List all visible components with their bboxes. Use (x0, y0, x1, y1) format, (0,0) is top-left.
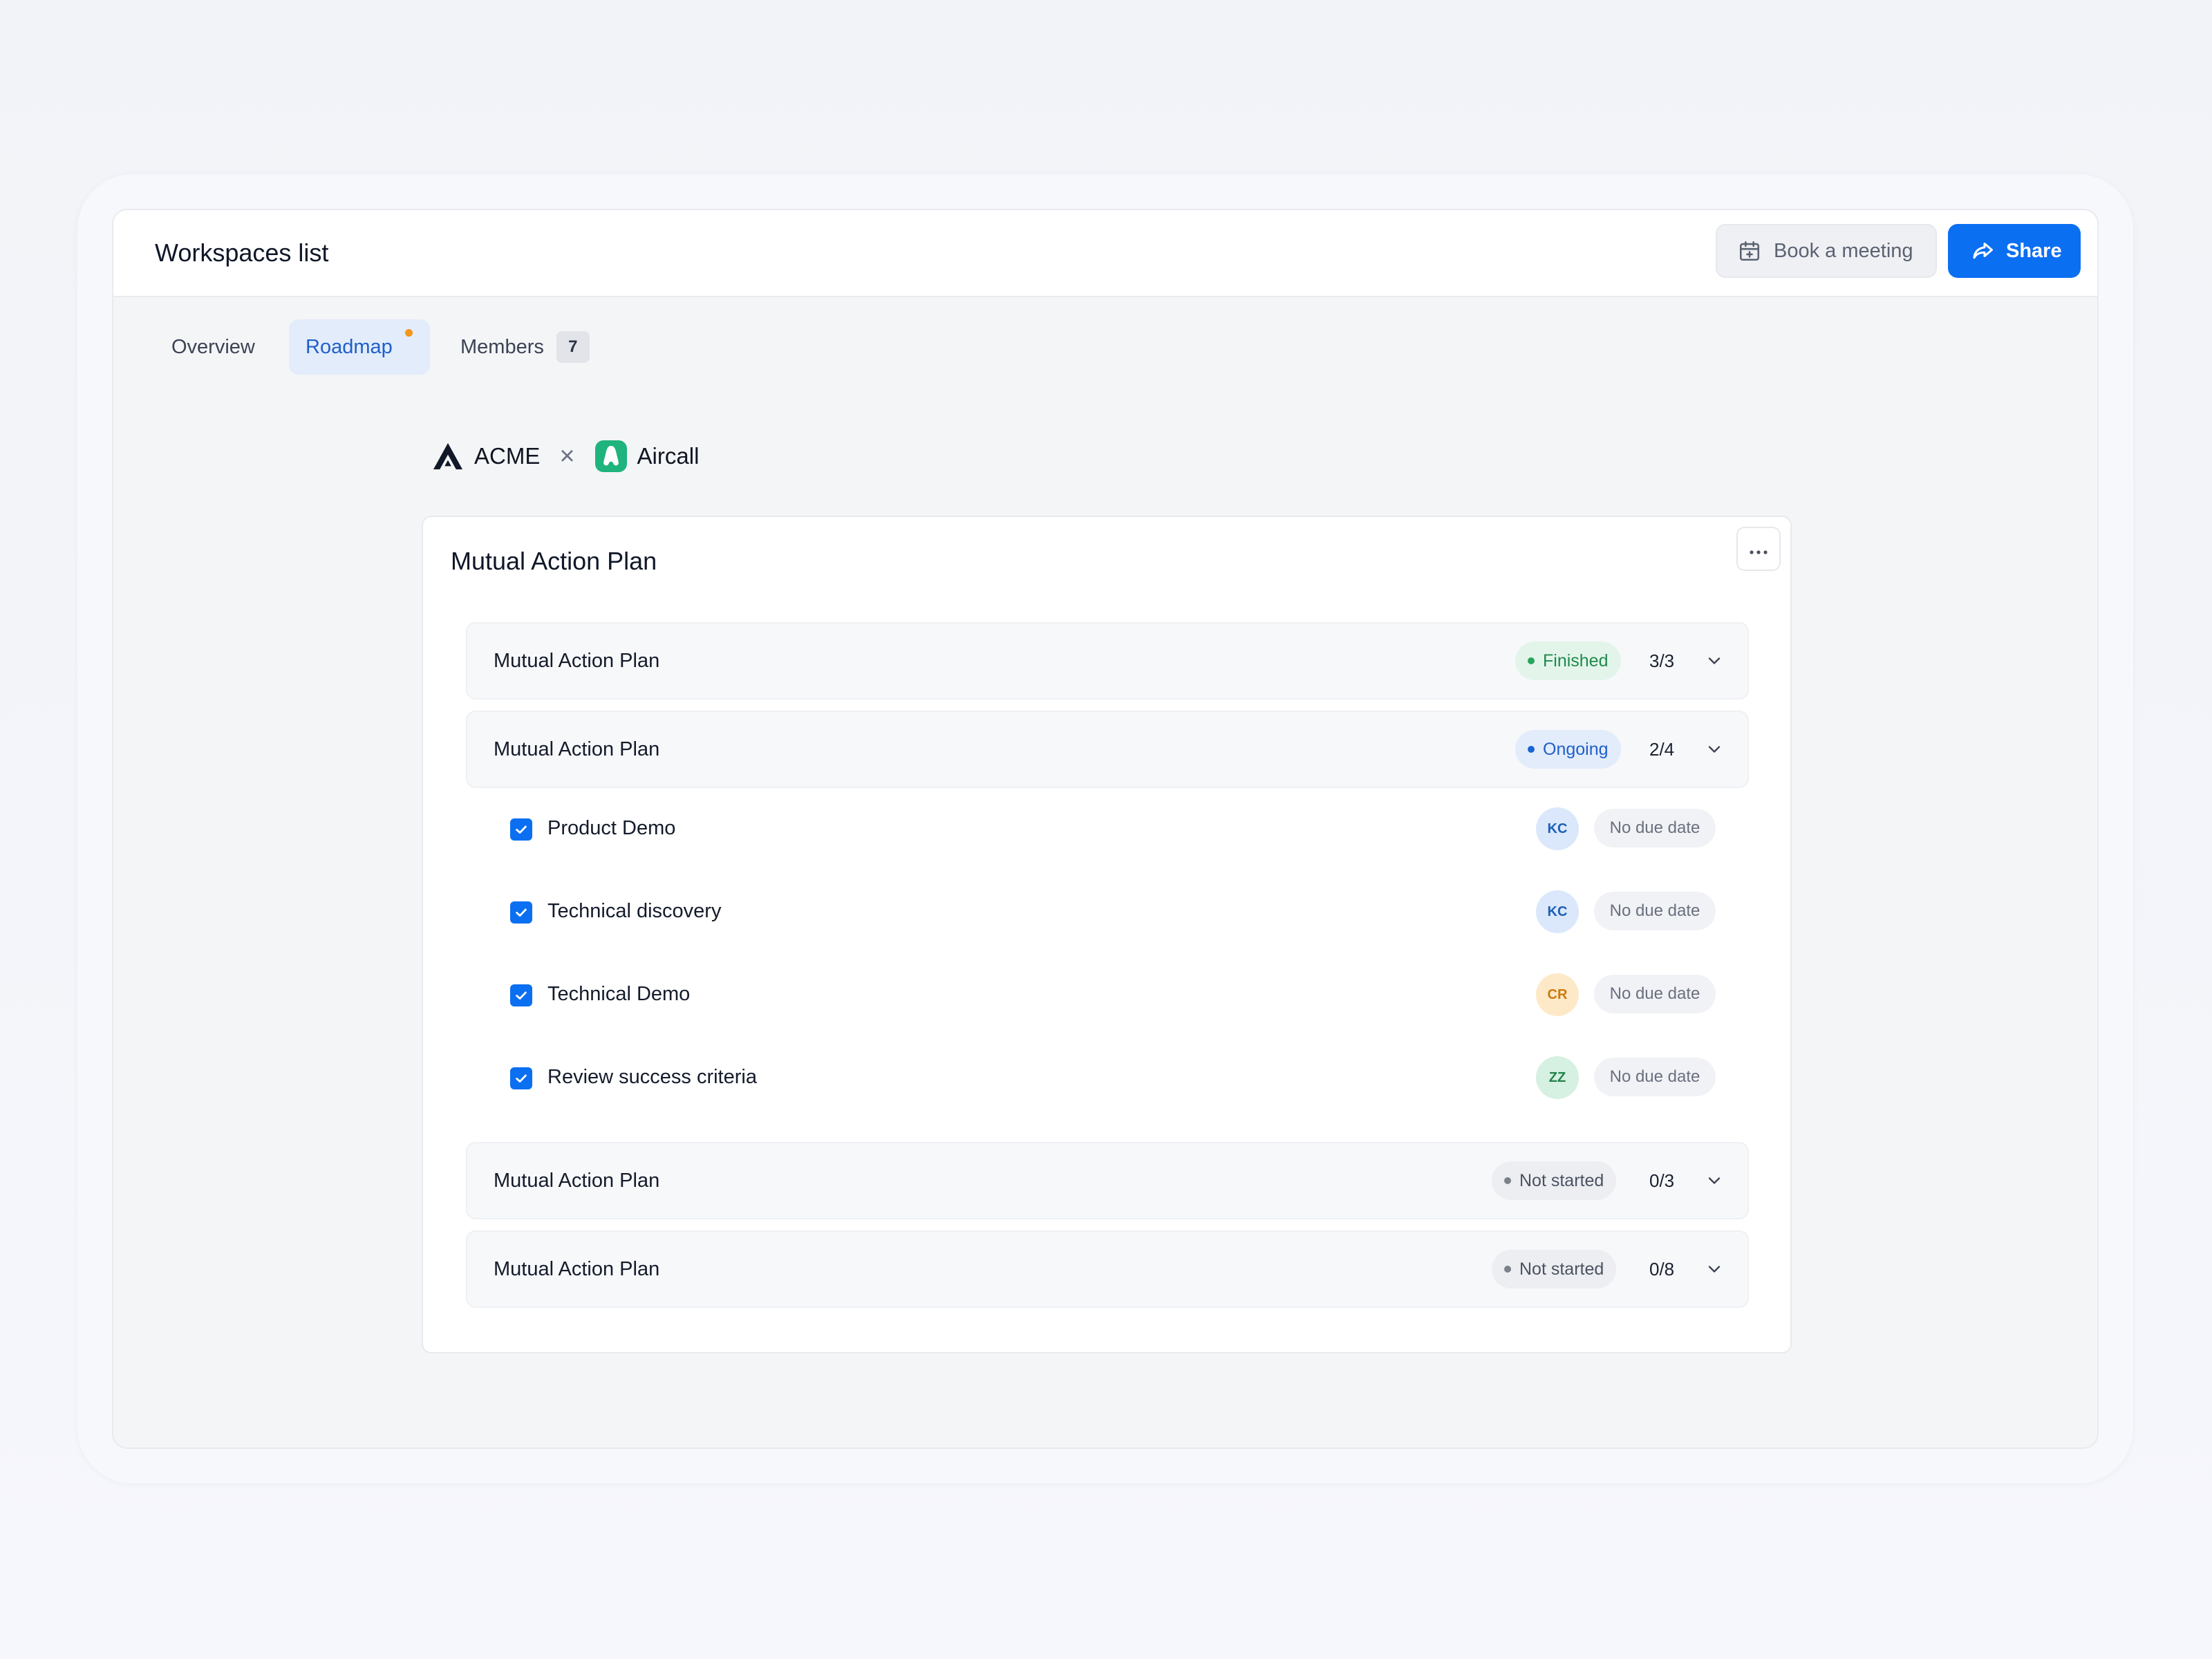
group-progress: 2/4 (1649, 739, 1675, 760)
status-label: Not started (1519, 1259, 1604, 1279)
share-button[interactable]: Share (1948, 224, 2081, 278)
task-name: Technical Demo (547, 983, 691, 1005)
task-checkbox[interactable] (510, 1067, 532, 1089)
chevron-down-icon[interactable] (1705, 651, 1724, 671)
group-name: Mutual Action Plan (494, 1258, 660, 1280)
check-icon (516, 825, 527, 834)
status-label: Finished (1543, 650, 1609, 671)
members-count-badge: 7 (556, 331, 590, 363)
tab-overview-label: Overview (171, 335, 255, 358)
tab-members-label: Members (460, 335, 544, 358)
notification-dot (405, 329, 413, 337)
book-meeting-label: Book a meeting (1774, 239, 1913, 262)
aircall-logo-icon (594, 440, 628, 473)
tab-overview[interactable]: Overview (155, 319, 271, 375)
status-label: Ongoing (1543, 739, 1609, 759)
task-row: Technical discovery KC No due date (466, 877, 1749, 946)
check-icon (516, 1074, 527, 1082)
share-label: Share (2006, 239, 2062, 262)
task-name: Review success criteria (547, 1066, 757, 1088)
group-name: Mutual Action Plan (494, 738, 660, 760)
task-row: Technical Demo CR No due date (466, 959, 1749, 1029)
task-checkbox[interactable] (510, 818, 532, 841)
chevron-down-icon[interactable] (1705, 1259, 1724, 1279)
task-row: Review success criteria ZZ No due date (466, 1042, 1749, 1112)
assignee-avatar[interactable]: KC (1536, 807, 1579, 850)
task-checkbox[interactable] (510, 984, 532, 1006)
more-horizontal-icon (1749, 542, 1768, 556)
plan-group-row[interactable]: Mutual Action Plan Not started 0/3 (466, 1142, 1749, 1219)
plan-group-row[interactable]: Mutual Action Plan Not started 0/8 (466, 1230, 1749, 1308)
check-icon (516, 991, 527, 1000)
status-badge-finished: Finished (1515, 641, 1621, 680)
group-progress: 3/3 (1649, 650, 1675, 671)
assignee-avatar[interactable]: KC (1536, 890, 1579, 933)
due-date-pill[interactable]: No due date (1594, 1058, 1716, 1096)
aircall-brand-name: Aircall (637, 443, 700, 469)
status-dot (1504, 1177, 1511, 1184)
status-label: Not started (1519, 1170, 1604, 1190)
task-name: Product Demo (547, 817, 676, 839)
book-meeting-button[interactable]: Book a meeting (1716, 224, 1937, 278)
acme-logo-icon (431, 440, 465, 473)
assignee-avatar[interactable]: CR (1536, 973, 1579, 1016)
status-badge-not-started: Not started (1492, 1161, 1617, 1200)
plan-group-row[interactable]: Mutual Action Plan Finished 3/3 (466, 622, 1749, 700)
top-bar: Workspaces list Book a meeting Share (113, 210, 2097, 297)
more-options-button[interactable] (1736, 527, 1781, 571)
due-date-pill[interactable]: No due date (1594, 809, 1716, 847)
plan-group-row[interactable]: Mutual Action Plan Ongoing 2/4 (466, 711, 1749, 788)
calendar-plus-icon (1738, 239, 1761, 263)
task-row: Product Demo KC No due date (466, 794, 1749, 863)
check-icon (516, 908, 527, 917)
acme-brand-name: ACME (474, 443, 541, 469)
status-dot (1504, 1266, 1511, 1273)
due-date-pill[interactable]: No due date (1594, 975, 1716, 1013)
assignee-avatar[interactable]: ZZ (1536, 1056, 1579, 1099)
tab-roadmap-label: Roadmap (306, 335, 393, 358)
chevron-down-icon[interactable] (1705, 1171, 1724, 1190)
status-dot (1528, 746, 1535, 753)
status-dot (1528, 657, 1535, 664)
task-name: Technical discovery (547, 900, 722, 922)
app-window: Workspaces list Book a meeting Share Ove… (112, 209, 2099, 1449)
mutual-action-plan-card: Mutual Action Plan Mutual Action Plan Fi… (422, 516, 1792, 1353)
partnership-separator: × (559, 442, 575, 471)
page-title: Workspaces list (155, 238, 329, 267)
group-progress: 0/3 (1649, 1170, 1675, 1191)
tab-roadmap[interactable]: Roadmap (289, 319, 430, 375)
group-name: Mutual Action Plan (494, 650, 660, 672)
share-arrow-icon (1970, 238, 1995, 263)
group-progress: 0/8 (1649, 1259, 1675, 1280)
due-date-pill[interactable]: No due date (1594, 892, 1716, 930)
tab-members[interactable]: Members 7 (444, 319, 596, 375)
chevron-down-icon[interactable] (1705, 740, 1724, 759)
status-badge-ongoing: Ongoing (1515, 730, 1621, 769)
partnership-header: ACME × Aircall (431, 435, 699, 477)
card-title: Mutual Action Plan (451, 547, 657, 575)
status-badge-not-started: Not started (1492, 1250, 1617, 1288)
task-checkbox[interactable] (510, 901, 532, 924)
group-name: Mutual Action Plan (494, 1170, 660, 1192)
tab-bar: Overview Roadmap Members 7 (113, 296, 2097, 379)
